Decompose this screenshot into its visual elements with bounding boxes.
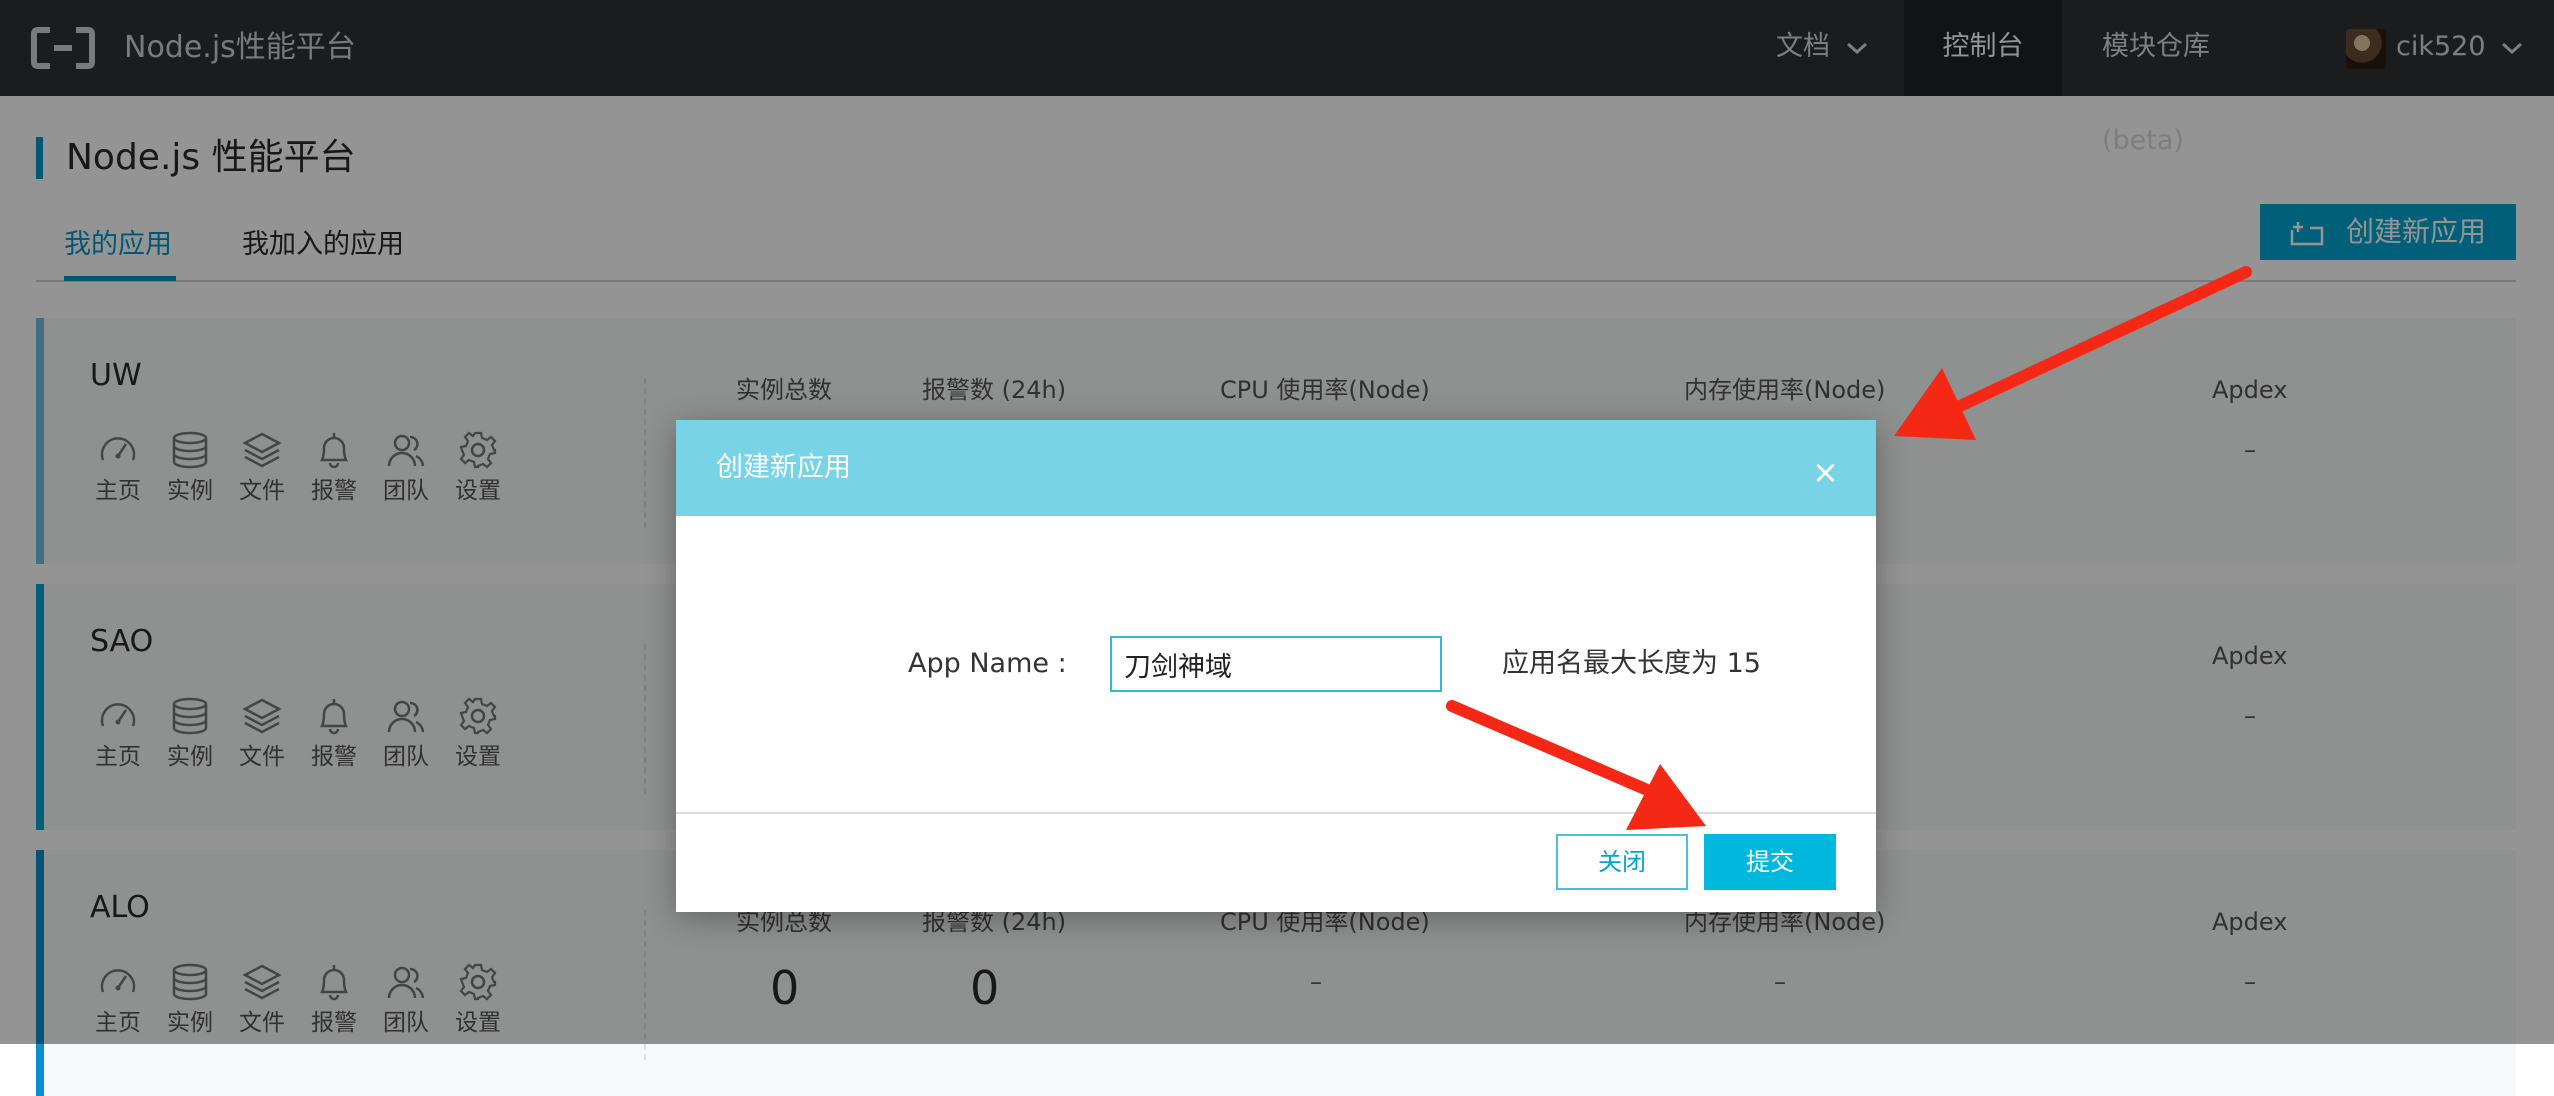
cancel-button[interactable]: 关闭 <box>1556 834 1688 890</box>
create-app-dialog: 创建新应用 × App Name : 应用名最大长度为 15 关闭 提交 <box>676 420 1876 912</box>
dialog-footer-divider <box>676 812 1876 814</box>
close-icon[interactable]: × <box>1812 456 1839 488</box>
dialog-title: 创建新应用 <box>716 452 851 483</box>
app-name-label: App Name : <box>908 648 1067 679</box>
dialog-header: 创建新应用 × <box>676 420 1876 516</box>
app-name-input[interactable] <box>1110 636 1442 692</box>
submit-button[interactable]: 提交 <box>1704 834 1836 890</box>
app-name-hint: 应用名最大长度为 15 <box>1502 648 1761 679</box>
